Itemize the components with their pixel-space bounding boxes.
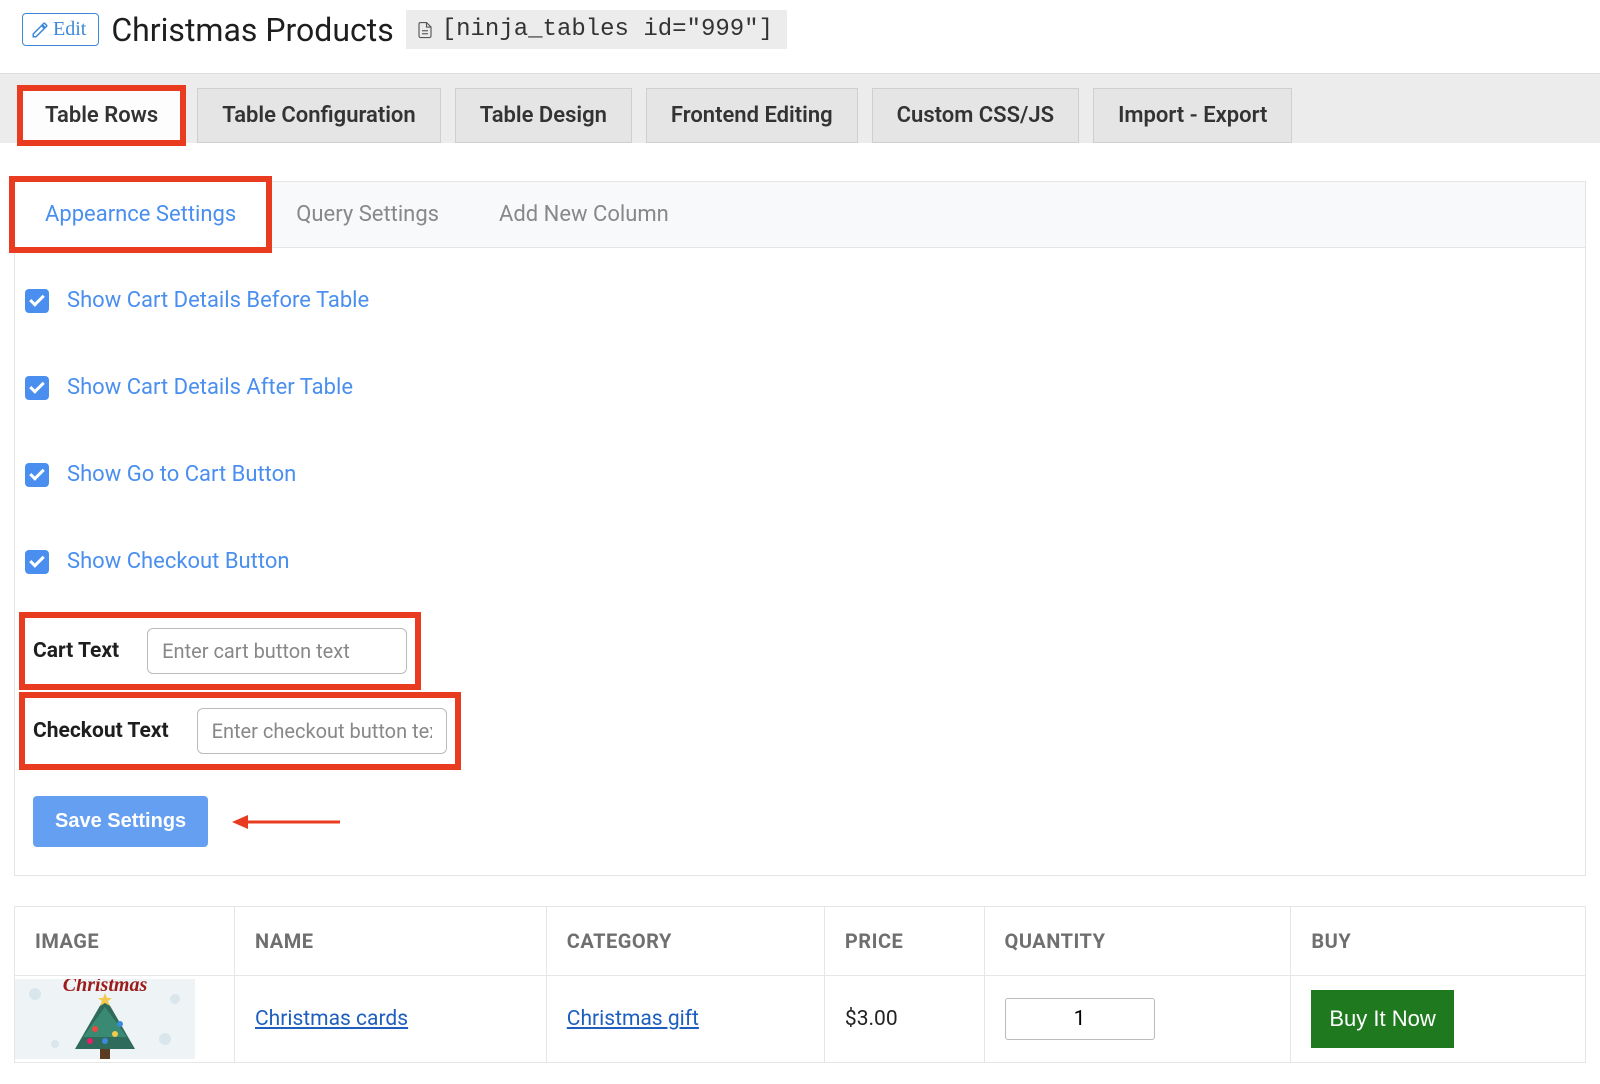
column-header-quantity: QUANTITY <box>984 907 1291 976</box>
products-table: IMAGENAMECATEGORYPRICEQUANTITYBUY Christ… <box>14 906 1586 1063</box>
checkbox-label: Show Cart Details After Table <box>67 375 353 400</box>
column-header-name: NAME <box>235 907 547 976</box>
product-category-link[interactable]: Christmas gift <box>567 1007 699 1031</box>
subtab-appearnce-settings[interactable]: Appearnce Settings <box>15 182 266 247</box>
save-row: Save Settings <box>25 796 1575 847</box>
checkout-text-input[interactable] <box>197 708 447 754</box>
save-settings-button[interactable]: Save Settings <box>33 796 208 847</box>
document-icon <box>416 20 434 40</box>
column-header-category: CATEGORY <box>546 907 824 976</box>
checkbox-row: Show Checkout Button <box>25 531 1575 592</box>
quantity-cell <box>984 976 1291 1063</box>
cart-text-row: Cart Text <box>25 618 415 684</box>
shortcode-display[interactable]: [ninja_tables id="999"] <box>406 10 787 49</box>
arrow-left-icon <box>232 812 342 832</box>
settings-panel: Appearnce SettingsQuery SettingsAdd New … <box>14 181 1586 876</box>
checkbox-row: Show Go to Cart Button <box>25 444 1575 505</box>
table-row: Christmas Christmas cards Christmas gift… <box>15 976 1586 1063</box>
buy-it-now-button[interactable]: Buy It Now <box>1311 990 1453 1048</box>
price-cell: $3.00 <box>824 976 984 1063</box>
column-header-buy: BUY <box>1291 907 1586 976</box>
tab-table-configuration[interactable]: Table Configuration <box>197 88 440 143</box>
settings-body: Show Cart Details Before Table Show Cart … <box>15 248 1585 875</box>
checkbox-show-cart-details-after-table[interactable] <box>25 376 49 400</box>
checkbox-show-checkout-button[interactable] <box>25 550 49 574</box>
quantity-input[interactable] <box>1005 998 1155 1040</box>
name-cell: Christmas cards <box>235 976 547 1063</box>
checkbox-show-go-to-cart-button[interactable] <box>25 463 49 487</box>
cart-text-input[interactable] <box>147 628 407 674</box>
pencil-icon <box>31 21 49 39</box>
product-thumbnail: Christmas <box>15 979 195 1059</box>
checkbox-show-cart-details-before-table[interactable] <box>25 289 49 313</box>
shortcode-text: [ninja_tables id="999"] <box>442 16 773 43</box>
page-header: Edit Christmas Products [ninja_tables id… <box>0 0 1600 67</box>
checkbox-label: Show Checkout Button <box>67 549 290 574</box>
column-header-price: PRICE <box>824 907 984 976</box>
checkout-text-label: Checkout Text <box>33 719 169 743</box>
category-cell: Christmas gift <box>546 976 824 1063</box>
checkbox-label: Show Go to Cart Button <box>67 462 296 487</box>
page-title: Christmas Products <box>111 11 393 49</box>
tab-table-rows[interactable]: Table Rows <box>20 88 183 143</box>
subtab-add-new-column[interactable]: Add New Column <box>469 182 699 247</box>
tab-frontend-editing[interactable]: Frontend Editing <box>646 88 858 143</box>
tab-table-design[interactable]: Table Design <box>455 88 632 143</box>
buy-cell: Buy It Now <box>1291 976 1586 1063</box>
checkout-text-row: Checkout Text <box>25 698 455 764</box>
product-name-link[interactable]: Christmas cards <box>255 1007 408 1031</box>
subtab-query-settings[interactable]: Query Settings <box>266 182 469 247</box>
primary-tabs-container: Table Rows Table Configuration Table Desig… <box>0 73 1600 143</box>
tab-custom-css-js[interactable]: Custom CSS/JS <box>872 88 1079 143</box>
sub-tabs-container: Appearnce SettingsQuery SettingsAdd New … <box>15 182 1585 248</box>
checkbox-row: Show Cart Details After Table <box>25 357 1575 418</box>
edit-button-label: Edit <box>53 18 86 41</box>
image-cell: Christmas <box>15 976 235 1063</box>
checkbox-row: Show Cart Details Before Table <box>25 270 1575 331</box>
edit-button[interactable]: Edit <box>22 13 99 46</box>
cart-text-label: Cart Text <box>33 639 119 663</box>
tab-import-export[interactable]: Import - Export <box>1093 88 1292 143</box>
table-header-row: IMAGENAMECATEGORYPRICEQUANTITYBUY <box>15 907 1586 976</box>
checkbox-label: Show Cart Details Before Table <box>67 288 369 313</box>
column-header-image: IMAGE <box>15 907 235 976</box>
